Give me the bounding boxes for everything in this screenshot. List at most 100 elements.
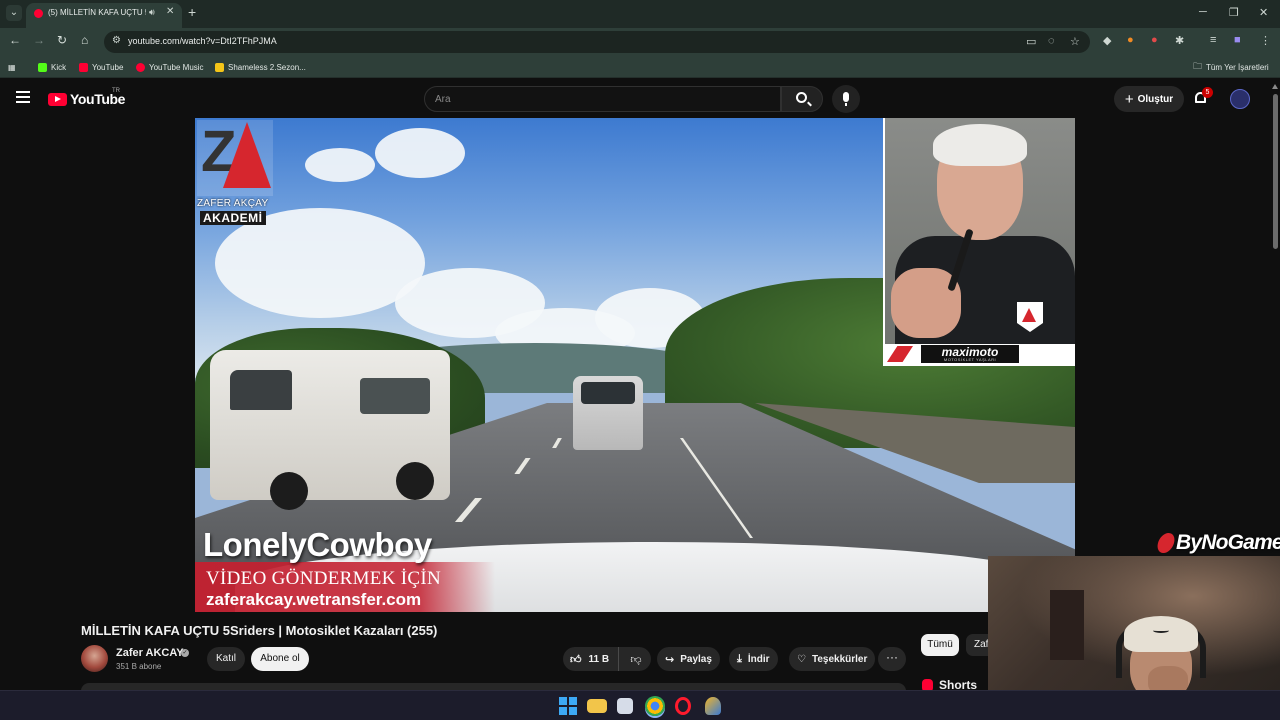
restore-icon[interactable]: ❐ [1229, 6, 1239, 19]
video-title: MİLLETİN KAFA UÇTU 5Sriders | Motosiklet… [81, 623, 438, 638]
extensions-puzzle-icon[interactable]: ✱ [1175, 34, 1184, 47]
thumbs-down-icon: 👎︎ [630, 653, 642, 666]
tab-search-button[interactable]: ⌄ [6, 5, 22, 21]
chrome-icon[interactable] [645, 696, 665, 716]
logo-name: ZAFER AKÇAY [197, 198, 269, 209]
channel-avatar[interactable] [81, 645, 108, 672]
join-button[interactable]: Katıl [207, 647, 245, 671]
tab-title: (5) MİLLETİN KAFA UÇTU 5 [48, 8, 146, 17]
channel-name[interactable]: Zafer AKCAY [116, 647, 184, 659]
cloud [305, 148, 375, 182]
sender-name: LonelyCowboy [203, 526, 432, 563]
webcam-hand [1148, 666, 1188, 690]
dislike-button[interactable]: 👎︎ [621, 647, 651, 671]
country-code: TR [112, 88, 120, 94]
like-dislike-group: 👍︎ 11 B 👎︎ [563, 647, 651, 671]
profile-icon[interactable]: ■ [1234, 34, 1241, 46]
subscriber-count: 351 B abone [116, 662, 162, 671]
back-icon[interactable]: ← [9, 33, 21, 47]
install-app-icon[interactable]: ▭ [1026, 35, 1036, 48]
zafer-akcay-logo: Z [197, 120, 273, 196]
menu-icon[interactable] [16, 91, 30, 103]
imdb-icon [215, 62, 224, 72]
youtube-play-icon [48, 92, 67, 106]
maximoto-banner: maximoto MOTOSİKLET YAŞLARI [885, 344, 1075, 364]
bookmark-star-icon[interactable]: ☆ [1070, 35, 1080, 48]
share-button[interactable]: ↪ Paylaş [657, 647, 720, 671]
thanks-label: Teşekkürler [811, 653, 868, 665]
chrome-menu-icon[interactable]: ⋮ [1260, 34, 1271, 47]
start-tile [569, 707, 577, 715]
opera-gx-icon[interactable] [675, 697, 691, 715]
chip-all[interactable]: Tümü [921, 634, 959, 656]
logo-academy: AKADEMİ [200, 211, 266, 225]
start-tile [559, 697, 567, 705]
forward-icon[interactable]: → [33, 33, 45, 47]
share-icon: ↪ [665, 653, 675, 666]
create-button[interactable]: + Oluştur [1114, 86, 1184, 112]
bookmark-youtube[interactable]: YouTube [79, 60, 123, 74]
like-button[interactable]: 👍︎ 11 B [563, 647, 619, 671]
start-tile [569, 697, 577, 705]
presenter-pip: maximoto MOTOSİKLET YAŞLARI [883, 118, 1075, 366]
app-icon[interactable] [705, 697, 721, 715]
account-avatar[interactable] [1230, 89, 1250, 109]
extension-diamond-icon[interactable]: ◆ [1103, 34, 1111, 47]
extension-fox-icon[interactable]: ● [1127, 34, 1134, 46]
windows-taskbar [0, 690, 1280, 720]
scrollbar-thumb[interactable] [1273, 94, 1278, 249]
new-tab-icon[interactable]: + [188, 5, 196, 19]
store-icon[interactable] [617, 698, 633, 714]
like-count: 11 B [588, 653, 610, 665]
search-box [424, 86, 781, 112]
address-bar[interactable]: ⚙ youtube.com/watch?v=DtI2TFhPJMA ▭ ◌ ☆ [104, 31, 1090, 53]
close-tab-icon[interactable]: ✕ [166, 6, 174, 17]
url-text[interactable]: youtube.com/watch?v=DtI2TFhPJMA [128, 36, 277, 46]
home-icon[interactable]: ⌂ [81, 33, 88, 47]
bynogame-watermark: ByNoGame [1155, 531, 1280, 555]
minimize-icon[interactable]: ─ [1199, 6, 1207, 18]
bookmark-youtube-music[interactable]: YouTube Music [136, 60, 204, 74]
extension-shield-icon[interactable]: ● [1151, 34, 1158, 46]
site-info-icon[interactable]: ⚙ [112, 35, 121, 46]
speaker-icon[interactable]: 🔊︎ [149, 7, 155, 18]
youtube-logo[interactable]: YouTube TR [48, 88, 125, 107]
bookmark-kick[interactable]: Kick [38, 60, 66, 74]
windows-start-icon[interactable] [558, 696, 578, 716]
create-label: Oluştur [1137, 93, 1174, 105]
all-bookmarks[interactable]: 🗀 Tüm Yer İşaretleri [1193, 60, 1269, 74]
search-input[interactable] [425, 87, 780, 111]
youtube-header: YouTube TR + Oluştur 5 [0, 80, 1270, 118]
file-explorer-icon[interactable] [587, 699, 607, 713]
van-wheel [270, 472, 308, 510]
video-player[interactable]: Z ZAFER AKÇAY AKADEMİ maximoto MOTOSİKLE… [195, 118, 1075, 612]
more-actions-button[interactable]: ··· [878, 647, 906, 671]
youtube-favicon-icon [34, 9, 43, 18]
webcam-shelf [1050, 590, 1084, 660]
youtube-music-icon [136, 62, 145, 72]
thumbs-up-icon: 👍︎ [570, 653, 582, 666]
notification-badge: 5 [1202, 87, 1213, 98]
voice-search-button[interactable] [832, 85, 860, 113]
subscribe-button[interactable]: Abone ol [251, 647, 309, 671]
submit-prompt: VİDEO GÖNDERMEK İÇİN [206, 568, 442, 589]
start-tile [559, 707, 567, 715]
bookmark-shameless[interactable]: Shameless 2.Sezon... [215, 60, 306, 74]
car-ahead [573, 376, 643, 450]
download-icon: ⤓ [737, 652, 742, 665]
submit-url: zaferakcay.wetransfer.com [206, 590, 422, 609]
reading-list-icon[interactable]: ≡ [1210, 34, 1216, 46]
folder-icon: 🗀 [1193, 61, 1203, 71]
window-close-icon[interactable]: ✕ [1259, 6, 1268, 19]
notifications-button[interactable]: 5 [1190, 87, 1213, 110]
reload-icon[interactable]: ↻ [57, 33, 67, 47]
apps-grid-icon[interactable]: ▦ [8, 60, 16, 74]
scroll-up-icon[interactable] [1272, 84, 1278, 89]
search-button[interactable] [781, 86, 823, 112]
thanks-button[interactable]: ♡ Teşekkürler [789, 647, 876, 671]
tracking-protection-icon[interactable]: ◌ [1048, 35, 1055, 47]
browser-tab-active[interactable]: (5) MİLLETİN KAFA UÇTU 5 🔊︎ ✕ [26, 3, 182, 28]
youtube-icon [79, 62, 88, 72]
kick-icon [38, 62, 47, 72]
download-button[interactable]: ⤓ İndir [729, 647, 778, 671]
